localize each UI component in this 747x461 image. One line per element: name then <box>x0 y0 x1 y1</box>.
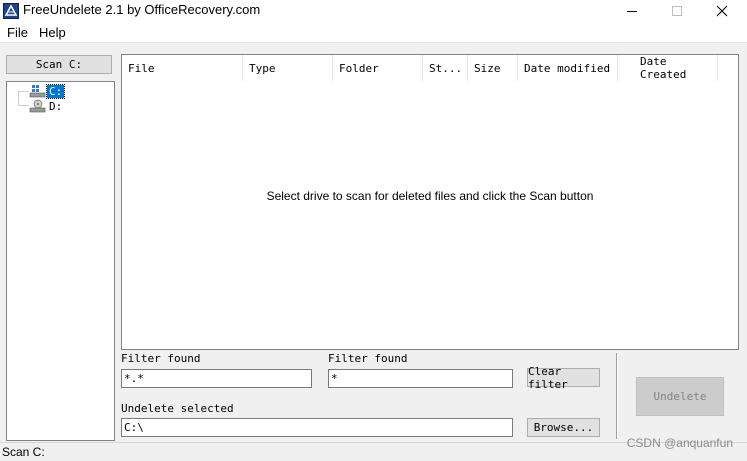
browse-button[interactable]: Browse... <box>527 418 600 437</box>
scan-button[interactable]: Scan C: <box>6 55 112 74</box>
minimize-icon <box>626 5 638 17</box>
column-header-size[interactable]: Size <box>468 55 518 81</box>
drive-d-label: D: <box>49 99 63 113</box>
close-button[interactable] <box>699 0 745 22</box>
clear-filter-button[interactable]: Clear filter <box>527 365 600 391</box>
vertical-divider <box>616 353 618 439</box>
title-bar: FreeUndelete 2.1 by OfficeRecovery.com <box>0 0 747 22</box>
column-header-date-modified[interactable]: Date modified <box>518 55 618 81</box>
list-header: File Type Folder St... Size Date modifie… <box>122 55 738 81</box>
app-logo-icon <box>3 3 19 19</box>
filter-label-1: Filter found <box>121 352 201 365</box>
drive-c-label: C: <box>45 83 66 99</box>
column-header-type[interactable]: Type <box>243 55 333 81</box>
minimize-button[interactable] <box>609 0 655 22</box>
network-drive-icon <box>29 84 47 98</box>
maximize-icon <box>671 5 683 17</box>
column-header-folder[interactable]: Folder <box>333 55 423 81</box>
filter-input-1[interactable]: *.* <box>121 369 312 388</box>
window-title: FreeUndelete 2.1 by OfficeRecovery.com <box>23 2 261 17</box>
watermark-text: CSDN @anquanfun <box>626 436 733 450</box>
tree-item-drive-d[interactable]: D: <box>29 99 64 113</box>
menu-bar: File Help <box>0 22 747 43</box>
maximize-button[interactable] <box>654 0 700 22</box>
undelete-selected-label: Undelete selected <box>121 402 234 415</box>
tree-item-drive-c[interactable]: C: <box>29 83 66 99</box>
menu-help[interactable]: Help <box>39 25 66 40</box>
empty-list-message: Select drive to scan for deleted files a… <box>266 189 594 203</box>
close-icon <box>716 5 728 17</box>
column-header-state[interactable]: St... <box>423 55 468 81</box>
column-header-date-created[interactable]: Date Created <box>618 55 718 81</box>
deleted-files-list[interactable]: File Type Folder St... Size Date modifie… <box>121 54 739 350</box>
status-text: Scan C: <box>2 445 45 459</box>
undelete-path-input[interactable]: C:\ <box>121 418 513 437</box>
menu-file[interactable]: File <box>7 25 28 40</box>
hard-drive-icon <box>29 99 47 113</box>
undelete-button[interactable]: Undelete <box>636 377 724 416</box>
filter-label-2: Filter found <box>328 352 408 365</box>
column-header-file[interactable]: File <box>122 55 243 81</box>
filter-input-2[interactable]: * <box>328 369 513 388</box>
drive-tree: C: D: <box>6 81 115 441</box>
